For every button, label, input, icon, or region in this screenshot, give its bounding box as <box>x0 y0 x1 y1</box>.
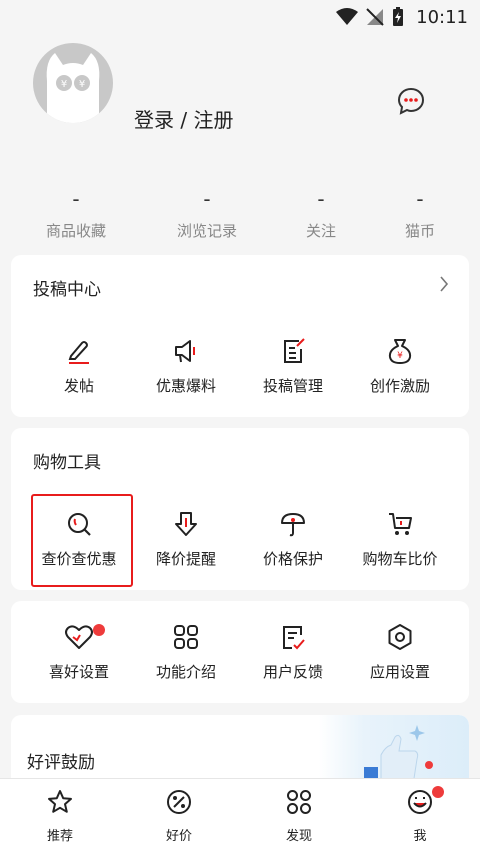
grid-item-creator-reward[interactable]: ¥ 创作激励 <box>345 335 455 396</box>
grid-item-label: 功能介绍 <box>155 663 216 681</box>
me-icon <box>380 787 460 817</box>
praise-banner-bg <box>319 715 469 785</box>
stat-favorites[interactable]: - 商品收藏 <box>26 188 126 241</box>
no-signal-icon <box>366 8 384 26</box>
stat-label: 商品收藏 <box>45 222 106 240</box>
card-title: 投稿中心 <box>33 280 101 300</box>
chevron-right-icon[interactable] <box>439 276 449 296</box>
megaphone-icon <box>131 335 241 367</box>
highlight-box <box>31 494 133 587</box>
grid-item-label: 应用设置 <box>369 663 430 681</box>
battery-icon <box>393 7 404 26</box>
star-icon <box>20 787 100 817</box>
nav-label: 推荐 <box>46 829 73 844</box>
submission-center-card: 投稿中心 发帖 优惠爆料 投稿管理 ¥ 创作激励 <box>11 255 469 417</box>
login-register-link[interactable]: 登录 / 注册 <box>134 104 233 133</box>
feedback-icon <box>238 621 348 653</box>
avatar[interactable]: ¥ ¥ <box>33 43 113 123</box>
grid-item-label: 用户反馈 <box>262 663 323 681</box>
nav-label: 发现 <box>285 829 312 844</box>
grid-item-feedback[interactable]: 用户反馈 <box>238 621 348 682</box>
stat-coins[interactable]: - 猫币 <box>370 188 470 241</box>
grid-item-label: 喜好设置 <box>48 663 109 681</box>
grid-item-cart-compare[interactable]: 购物车比价 <box>345 508 455 569</box>
edit-pen-icon <box>24 335 134 367</box>
umbrella-icon <box>238 508 348 540</box>
stats-row: - 商品收藏 - 浏览记录 - 关注 - 猫币 <box>0 188 480 248</box>
grid-item-label: 投稿管理 <box>262 377 323 395</box>
grid-item-label: 购物车比价 <box>362 550 438 568</box>
cat-avatar-icon: ¥ ¥ <box>46 53 100 123</box>
grid-icon <box>131 621 241 653</box>
grid-item-price-drop-alert[interactable]: 降价提醒 <box>131 508 241 569</box>
discover-icon <box>259 787 339 817</box>
stat-value: - <box>416 187 424 211</box>
grid-item-preferences[interactable]: 喜好设置 <box>24 621 134 682</box>
price-drop-icon <box>131 508 241 540</box>
grid-item-label: 价格保护 <box>262 550 323 568</box>
grid-item-app-settings[interactable]: 应用设置 <box>345 621 455 682</box>
notification-dot <box>432 786 444 798</box>
nav-discover[interactable]: 发现 <box>259 787 339 844</box>
discount-icon <box>139 787 219 817</box>
status-bar: 10:11 <box>0 0 480 34</box>
nav-recommend[interactable]: 推荐 <box>20 787 100 844</box>
document-edit-icon <box>238 335 348 367</box>
notification-dot <box>93 624 105 636</box>
praise-title: 好评鼓励 <box>27 753 95 773</box>
settings-card: 喜好设置 功能介绍 用户反馈 应用设置 <box>11 601 469 703</box>
stat-label: 关注 <box>305 222 336 240</box>
grid-item-label: 发帖 <box>63 377 94 395</box>
svg-text:¥: ¥ <box>79 79 85 90</box>
settings-icon <box>345 621 455 653</box>
grid-item-label: 优惠爆料 <box>155 377 216 395</box>
bottom-nav: 推荐 好价 发现 我 <box>0 778 480 853</box>
thumbs-up-icon <box>364 725 433 785</box>
wifi-icon <box>336 8 359 25</box>
grid-item-label: 创作激励 <box>369 377 430 395</box>
nav-label: 我 <box>413 829 427 844</box>
grid-item-submission-manage[interactable]: 投稿管理 <box>238 335 348 396</box>
praise-card[interactable]: 好评鼓励 <box>11 715 469 785</box>
stat-value: - <box>72 187 80 211</box>
stat-value: - <box>203 187 211 211</box>
grid-item-features[interactable]: 功能介绍 <box>131 621 241 682</box>
card-title: 购物工具 <box>33 453 101 473</box>
grid-item-post[interactable]: 发帖 <box>24 335 134 396</box>
stat-following[interactable]: - 关注 <box>271 188 371 241</box>
stat-label: 浏览记录 <box>176 222 237 240</box>
stat-value: - <box>317 187 325 211</box>
money-bag-icon: ¥ <box>345 335 455 367</box>
svg-text:¥: ¥ <box>397 351 403 361</box>
message-icon[interactable] <box>396 86 426 120</box>
status-time: 10:11 <box>416 6 468 28</box>
svg-text:¥: ¥ <box>61 79 67 90</box>
nav-me[interactable]: 我 <box>380 787 460 844</box>
stat-history[interactable]: - 浏览记录 <box>157 188 257 241</box>
nav-label: 好价 <box>165 829 192 844</box>
nav-deals[interactable]: 好价 <box>139 787 219 844</box>
grid-item-label: 降价提醒 <box>155 550 216 568</box>
grid-item-deals-report[interactable]: 优惠爆料 <box>131 335 241 396</box>
cart-icon <box>345 508 455 540</box>
grid-item-price-protect[interactable]: 价格保护 <box>238 508 348 569</box>
stat-label: 猫币 <box>404 222 435 240</box>
heart-icon <box>24 621 134 653</box>
